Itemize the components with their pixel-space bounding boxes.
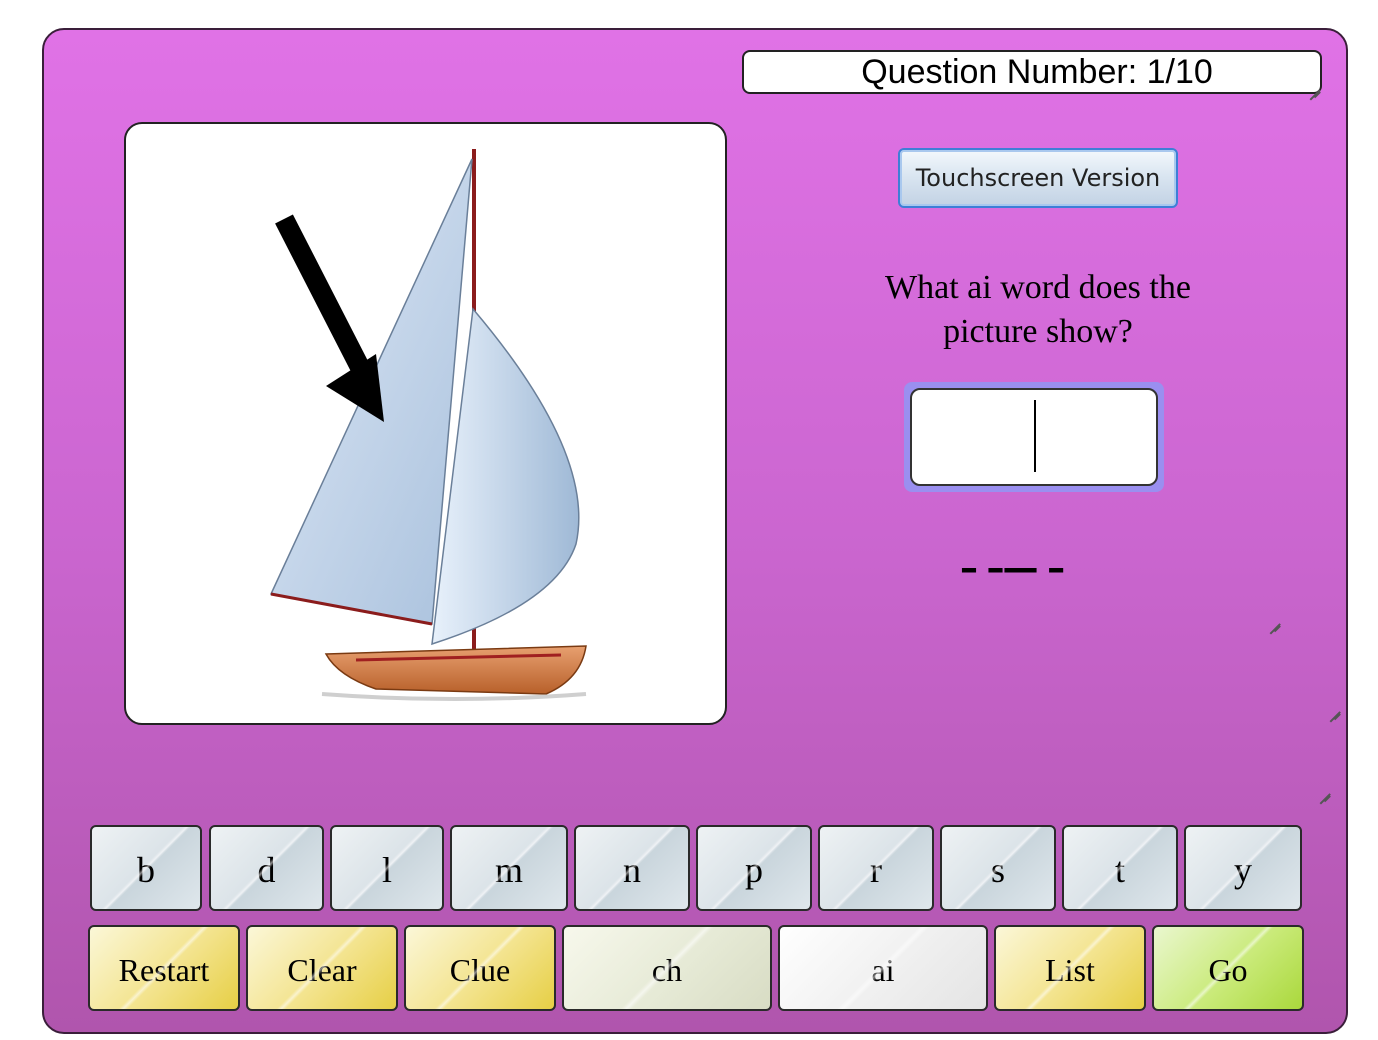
clue-button[interactable]: Clue [404, 925, 556, 1011]
letter-key-r[interactable]: r [818, 825, 934, 911]
letter-key-l[interactable]: l [330, 825, 444, 911]
list-button[interactable]: List [994, 925, 1146, 1011]
resize-grip-icon [1316, 782, 1330, 796]
picture-frame [124, 122, 727, 725]
touchscreen-version-button[interactable]: Touchscreen Version [898, 148, 1178, 208]
restart-button[interactable]: Restart [88, 925, 240, 1011]
ai-key[interactable]: ai [778, 925, 988, 1011]
letter-key-y[interactable]: y [1184, 825, 1302, 911]
letter-key-p[interactable]: p [696, 825, 812, 911]
letter-key-t[interactable]: t [1062, 825, 1178, 911]
question-number: Question Number: 1/10 [742, 50, 1322, 94]
resize-grip-icon [1326, 700, 1340, 714]
question-line-2: picture show? [943, 313, 1133, 350]
text-caret [1034, 400, 1036, 472]
letter-key-s[interactable]: s [940, 825, 1056, 911]
letter-key-d[interactable]: d [209, 825, 324, 911]
letter-key-n[interactable]: n [574, 825, 690, 911]
resize-grip-icon [1266, 612, 1280, 626]
ch-key[interactable]: ch [562, 925, 772, 1011]
clear-button[interactable]: Clear [246, 925, 398, 1011]
go-button[interactable]: Go [1152, 925, 1304, 1011]
sailboat-with-arrow-icon [269, 149, 587, 701]
letter-key-b[interactable]: b [90, 825, 202, 911]
resize-grip-icon [1306, 78, 1320, 92]
word-blanks: – –— – [960, 548, 1065, 589]
question-text: What ai word does the picture show? [838, 266, 1238, 354]
letter-key-m[interactable]: m [450, 825, 568, 911]
question-line-1: What ai word does the [885, 269, 1191, 306]
